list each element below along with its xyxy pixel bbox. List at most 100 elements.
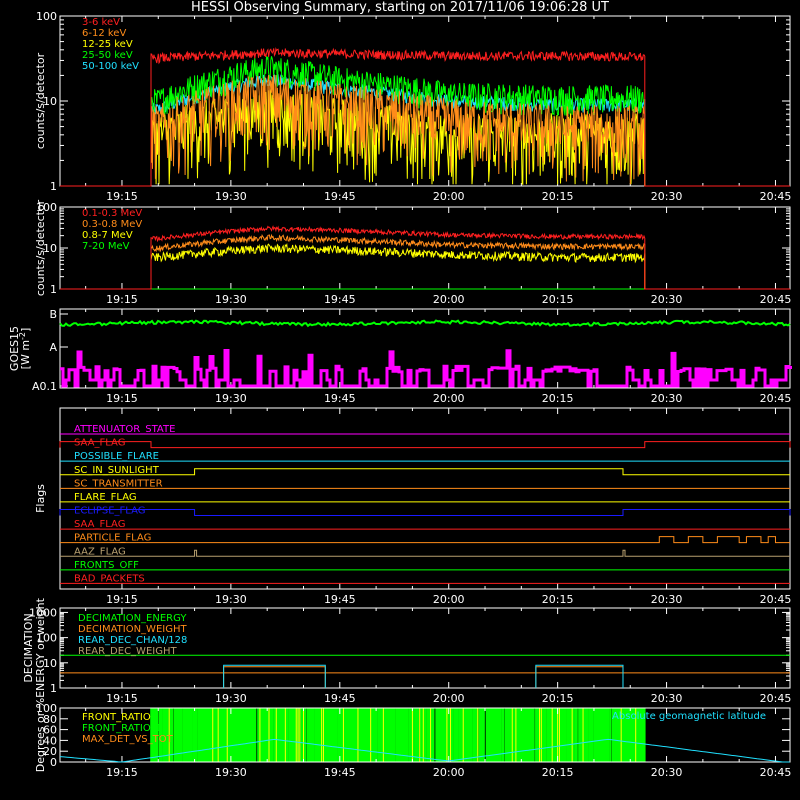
x-tick-label: 20:00 xyxy=(433,293,465,306)
legend-entry: REAR_DEC_CHAN/128 xyxy=(78,635,187,646)
x-tick-label: 20:15 xyxy=(542,293,574,306)
decimation-box xyxy=(535,664,624,688)
flags-ylabel-line: Flags xyxy=(34,484,47,513)
x-tick-label: 19:45 xyxy=(324,593,356,606)
x-tick-label: 19:30 xyxy=(215,692,247,705)
y-tick-label: 1 xyxy=(50,283,57,296)
decimation-ylabel-line: ENERGY or weight xyxy=(34,597,47,697)
ratios-ylabel-line: Degrees or % xyxy=(34,698,47,772)
x-tick-label: 20:45 xyxy=(760,190,792,203)
x-tick-label: 19:30 xyxy=(215,392,247,405)
legend-entry: 0.1-0.3 MeV xyxy=(82,208,142,219)
legend-entry: 3-6 keV xyxy=(82,17,120,28)
x-tick-label: 20:00 xyxy=(433,692,465,705)
x-tick-label: 20:30 xyxy=(651,293,683,306)
legend-entry: 12-25 keV xyxy=(82,39,133,50)
series-goes-long xyxy=(59,319,791,328)
legend-entry: FRONT_RATIO_1 xyxy=(82,723,162,734)
flag-line-sc-in-sunlight xyxy=(60,468,790,476)
x-tick-label: 19:30 xyxy=(215,766,247,779)
x-tick-label: 20:45 xyxy=(760,293,792,306)
flag-label: SC_IN_SUNLIGHT xyxy=(74,465,160,476)
x-tick-label: 20:00 xyxy=(433,766,465,779)
x-tick-label: 19:45 xyxy=(324,190,356,203)
x-tick-label: 20:15 xyxy=(542,392,574,405)
low-energy-ylabel-line: counts/s/detector xyxy=(34,52,47,149)
legend-entry: 0.8-7 MeV xyxy=(82,230,133,241)
x-tick-label: 20:30 xyxy=(651,190,683,203)
x-tick-label: 19:30 xyxy=(215,593,247,606)
x-tick-label: 20:00 xyxy=(433,392,465,405)
x-tick-label: 19:15 xyxy=(106,766,138,779)
decimation-box xyxy=(223,664,326,688)
x-tick-label: 19:30 xyxy=(215,293,247,306)
x-tick-label: 19:15 xyxy=(106,692,138,705)
flag-label: FLARE_FLAG xyxy=(74,492,137,503)
x-tick-label: 19:15 xyxy=(106,593,138,606)
x-tick-label: 19:45 xyxy=(324,766,356,779)
decimation-box xyxy=(535,666,624,688)
flag-label: AAZ_FLAG xyxy=(74,546,126,557)
y-tick-label: A0.1 xyxy=(32,380,57,393)
flags-frame xyxy=(59,407,791,590)
flag-line-saa-flag xyxy=(59,441,791,449)
x-tick-label: 20:15 xyxy=(542,190,574,203)
legend-entry: FRONT_RATIO xyxy=(82,712,151,723)
flag-label: PARTICLE_FLAG xyxy=(74,533,151,544)
hessi-summary-plot: 19:15 19:30 19:45 20:00 20:15 20:30 20:4511010… xyxy=(8,10,792,779)
y-tick-label: A xyxy=(49,341,57,354)
flag-label: ECLIPSE_FLAG xyxy=(74,506,145,517)
x-tick-label: 20:45 xyxy=(760,692,792,705)
flag-line-particle-flag xyxy=(60,536,790,544)
flag-line-eclipse-flag xyxy=(59,509,791,516)
x-tick-label: 20:45 xyxy=(760,392,792,405)
flag-label: ATTENUATOR_STATE xyxy=(74,424,175,435)
x-tick-label: 19:15 xyxy=(106,190,138,203)
legend-entry: 6-12 keV xyxy=(82,28,126,39)
flag-label: SC_TRANSMITTER xyxy=(74,478,163,489)
flag-label: SAA_FLAG xyxy=(74,438,125,449)
x-tick-label: 19:30 xyxy=(215,190,247,203)
flag-label: BAD_PACKETS xyxy=(74,573,145,584)
x-tick-label: 20:15 xyxy=(542,593,574,606)
x-tick-label: 20:15 xyxy=(542,766,574,779)
x-tick-label: 19:45 xyxy=(324,692,356,705)
x-tick-label: 20:30 xyxy=(651,593,683,606)
x-tick-label: 20:15 xyxy=(542,692,574,705)
x-tick-label: 19:15 xyxy=(106,392,138,405)
legend-entry: DECIMATION_WEIGHT xyxy=(78,624,187,635)
x-tick-label: 19:45 xyxy=(324,392,356,405)
x-tick-label: 20:30 xyxy=(651,692,683,705)
legend-entry: 0.3-0.8 MeV xyxy=(82,219,142,230)
x-tick-label: 20:00 xyxy=(433,190,465,203)
legend-entry: 50-100 keV xyxy=(82,61,139,72)
geomag-annotation: Absolute geomagnetic latitude xyxy=(612,711,766,722)
series-0-8-7-mev xyxy=(60,243,790,290)
legend-entry: 7-20 MeV xyxy=(82,241,130,252)
y-tick-label: 1 xyxy=(50,682,57,695)
x-tick-label: 20:30 xyxy=(651,392,683,405)
legend-entry: MAX_DET_VS_TOT xyxy=(82,734,174,745)
legend-entry: DECIMATION_ENERGY xyxy=(78,613,187,624)
high-energy-ylabel-line: counts/s/detector xyxy=(34,199,47,296)
x-tick-label: 20:45 xyxy=(760,766,792,779)
front-ratio-bars xyxy=(150,708,646,762)
x-tick-label: 20:00 xyxy=(433,593,465,606)
x-tick-label: 19:45 xyxy=(324,293,356,306)
y-tick-label: 100 xyxy=(36,10,57,23)
flag-label: SAA_FLAG xyxy=(74,519,125,530)
y-tick-label: 1 xyxy=(50,180,57,193)
decimation-box xyxy=(223,666,326,688)
legend-entry: REAR_DEC_WEIGHT xyxy=(78,646,177,657)
x-tick-label: 19:15 xyxy=(106,293,138,306)
series-goes-short xyxy=(60,349,792,388)
flag-label: FRONTS_OFF xyxy=(74,560,139,571)
x-tick-label: 20:30 xyxy=(651,766,683,779)
flag-line-aaz-flag xyxy=(60,549,790,557)
y-tick-label: B xyxy=(49,308,57,321)
flag-label: POSSIBLE_FLARE xyxy=(74,451,159,462)
legend-entry: 25-50 keV xyxy=(82,50,133,61)
x-tick-label: 20:45 xyxy=(760,593,792,606)
goes-ylabel-units: [W m-2] xyxy=(18,328,32,370)
series-0-3-0-8-mev xyxy=(60,233,790,290)
